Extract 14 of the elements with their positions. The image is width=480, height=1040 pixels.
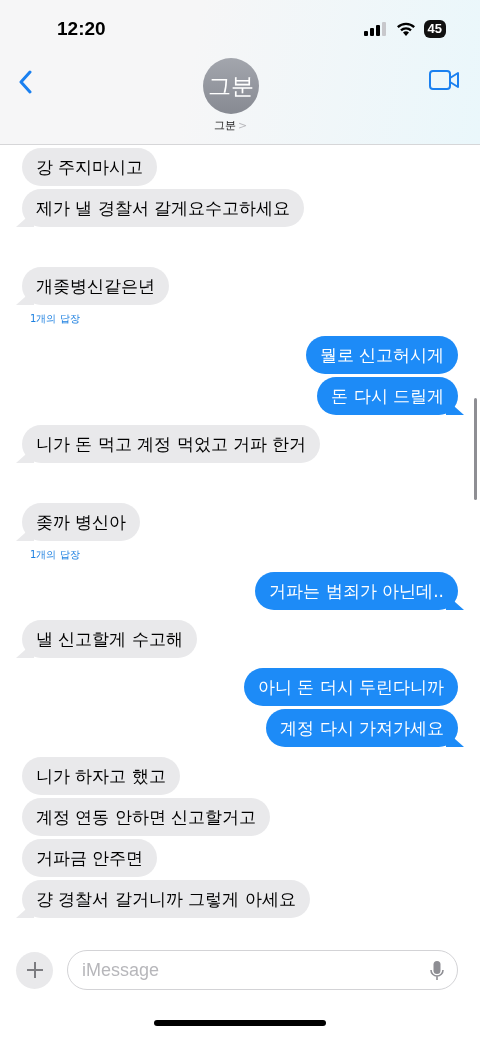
battery-level: 45 [423, 20, 446, 38]
contact-avatar[interactable]: 그분 [202, 58, 259, 114]
video-camera-icon[interactable] [429, 70, 460, 90]
signal-icon [363, 22, 388, 36]
status-time: 12:20 [57, 18, 106, 40]
reply-count-link[interactable]: 1개의 답장 [0, 544, 80, 562]
wifi-icon [395, 22, 416, 36]
add-button[interactable] [16, 951, 53, 989]
reply-count-link[interactable]: 1개의 답장 [0, 308, 80, 326]
contact-name[interactable]: 그분 [213, 118, 236, 133]
microphone-icon[interactable] [430, 960, 444, 982]
plus-icon [25, 961, 44, 979]
back-icon[interactable] [18, 70, 32, 94]
message-input-field[interactable]: iMessage [67, 950, 458, 990]
